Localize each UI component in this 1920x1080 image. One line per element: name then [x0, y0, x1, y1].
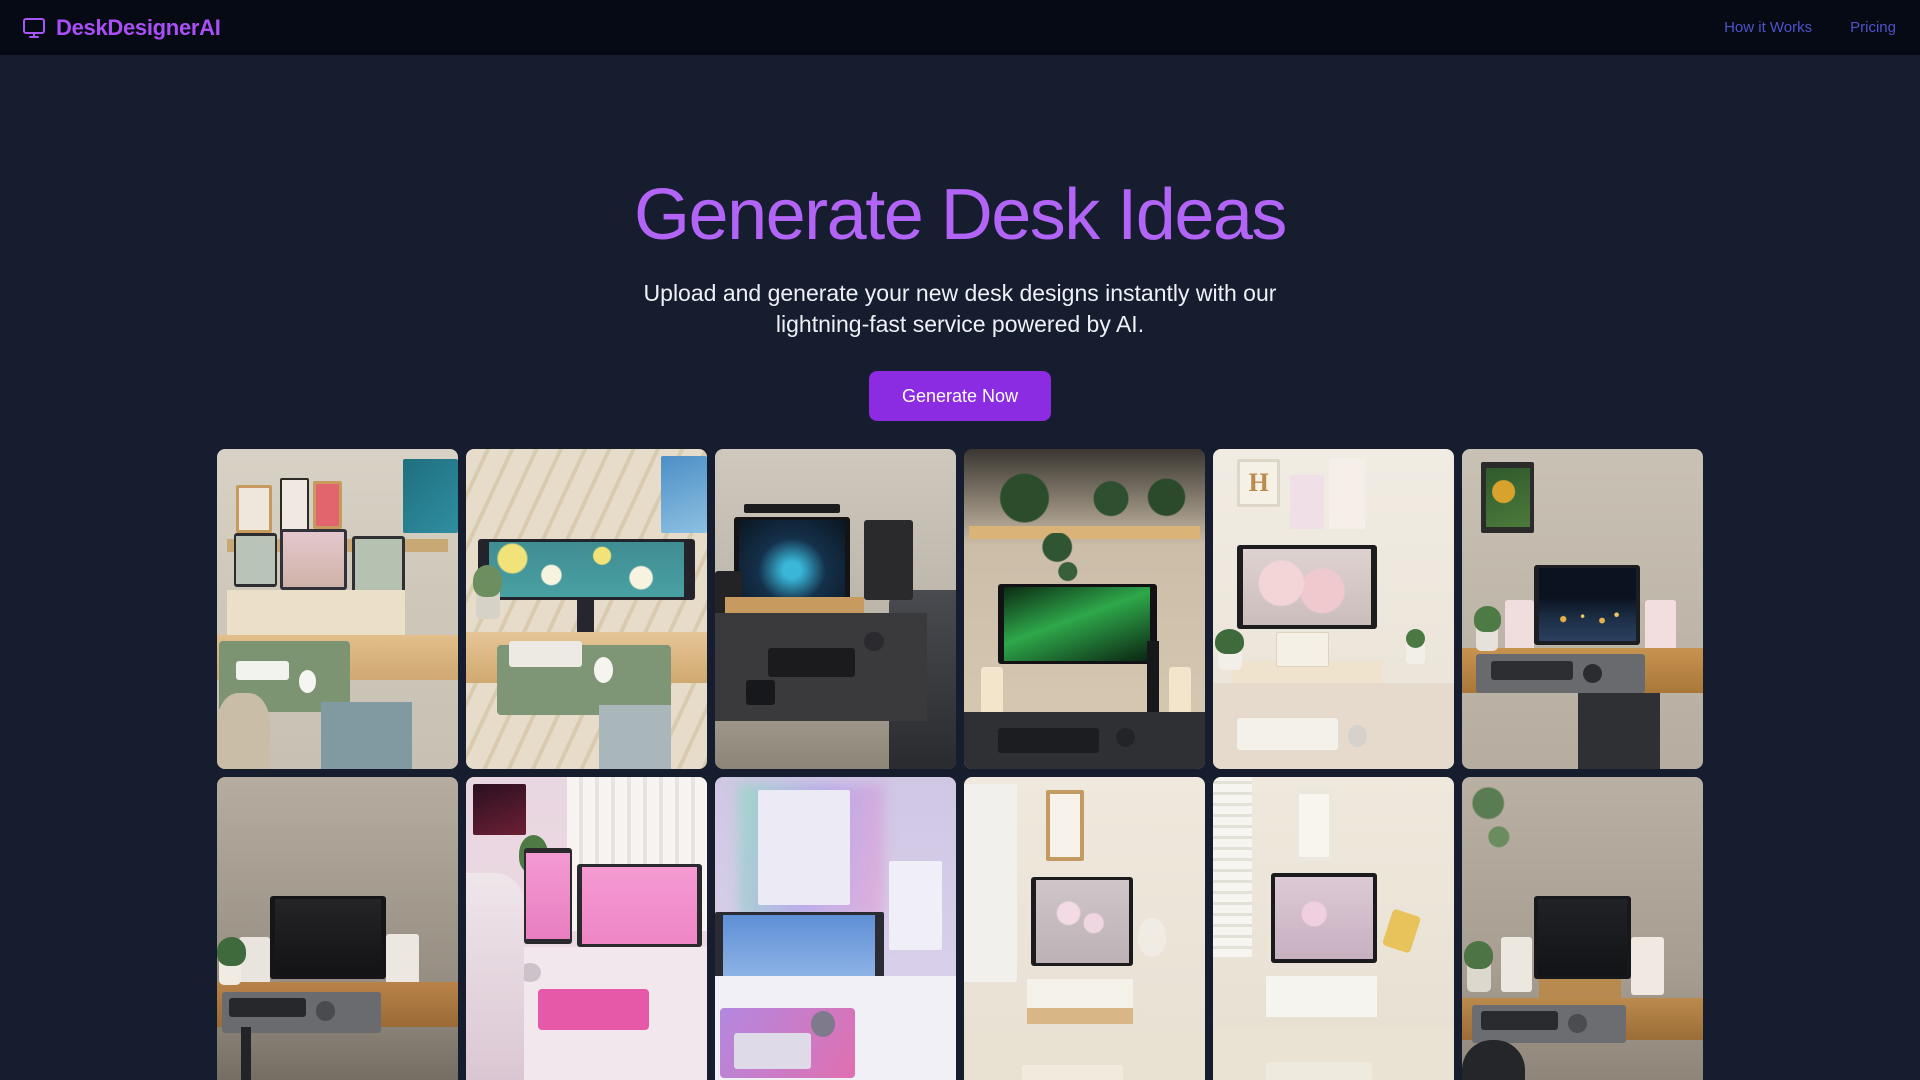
desk-photo — [715, 449, 956, 770]
desk-photo — [217, 449, 458, 770]
hero-subtitle: Upload and generate your new desk design… — [643, 279, 1277, 338]
desk-photo — [217, 777, 458, 1080]
desk-photo — [715, 777, 956, 1080]
generate-now-button[interactable]: Generate Now — [868, 370, 1052, 422]
gallery-tile[interactable] — [217, 449, 458, 770]
desk-photo — [466, 777, 707, 1080]
desk-photo — [1462, 777, 1703, 1080]
hero-section: Generate Desk Ideas Upload and generate … — [0, 55, 1920, 422]
monitor-icon — [23, 17, 45, 38]
gallery-tile[interactable] — [964, 449, 1205, 770]
desk-photo — [1462, 449, 1703, 770]
desk-photo — [1213, 449, 1454, 770]
gallery-tile[interactable] — [715, 777, 956, 1080]
site-header: DeskDesignerAI How it Works Pricing — [0, 0, 1920, 55]
desk-photo — [1213, 777, 1454, 1080]
brand-name: DeskDesignerAI — [56, 14, 221, 40]
nav-link-pricing[interactable]: Pricing — [1850, 20, 1896, 35]
gallery-tile[interactable] — [1213, 449, 1454, 770]
gallery-tile[interactable] — [964, 777, 1205, 1080]
nav-link-how-it-works[interactable]: How it Works — [1724, 20, 1812, 35]
gallery-tile[interactable] — [1462, 449, 1703, 770]
gallery-tile[interactable] — [715, 449, 956, 770]
gallery-tile[interactable] — [217, 777, 458, 1080]
gallery-tile[interactable] — [1213, 777, 1454, 1080]
gallery-tile[interactable] — [1462, 777, 1703, 1080]
hero-cta-wrap: Generate Now — [0, 370, 1920, 422]
main-nav: How it Works Pricing — [1724, 20, 1896, 35]
brand-logo[interactable]: DeskDesignerAI — [22, 16, 221, 40]
gallery-tile[interactable] — [466, 449, 707, 770]
desk-photo — [466, 449, 707, 770]
desk-photo — [964, 449, 1205, 770]
gallery-tile[interactable] — [466, 777, 707, 1080]
desk-photo — [964, 777, 1205, 1080]
design-gallery — [217, 449, 1703, 1080]
page-title: Generate Desk Ideas — [634, 175, 1287, 255]
main-content: Generate Desk Ideas Upload and generate … — [0, 55, 1920, 1080]
